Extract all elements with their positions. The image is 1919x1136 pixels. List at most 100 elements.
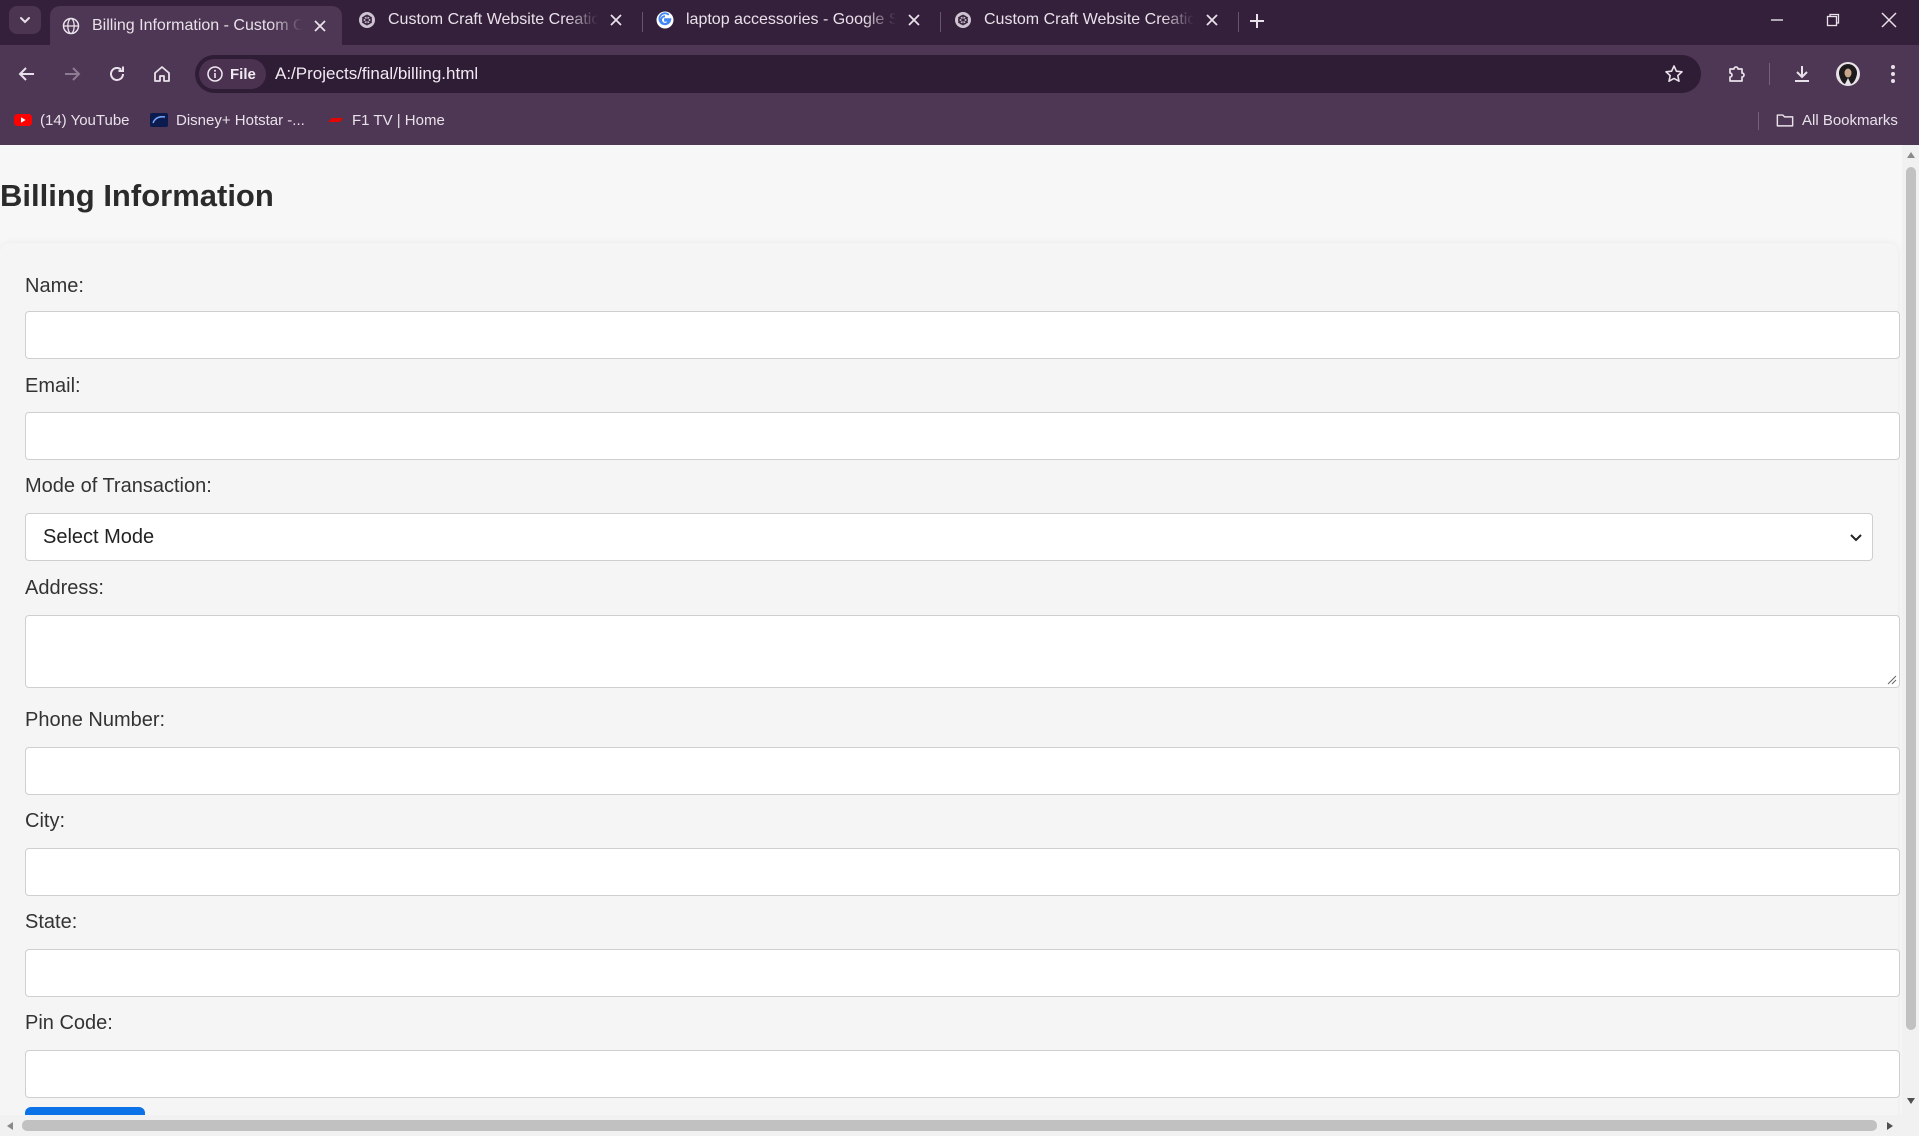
kebab-menu-icon: [1891, 65, 1895, 83]
folder-icon: [1776, 111, 1794, 129]
youtube-icon: [14, 111, 32, 129]
tab-title: laptop accessories - Google Search: [686, 11, 896, 28]
browser-toolbar: File A:/Projects/final/billing.html: [0, 45, 1919, 103]
close-icon[interactable]: [310, 16, 330, 36]
extensions-button[interactable]: [1721, 58, 1753, 90]
vertical-scroll-thumb[interactable]: [1906, 167, 1916, 1030]
mode-of-transaction-label: Mode of Transaction:: [25, 475, 212, 497]
reload-icon: [110, 66, 124, 81]
email-label: Email:: [25, 375, 81, 397]
submit-button[interactable]: [25, 1107, 145, 1115]
pin-code-label: Pin Code:: [25, 1012, 113, 1034]
scroll-right-icon[interactable]: [1886, 1121, 1894, 1131]
reload-button[interactable]: [101, 58, 133, 90]
bookmark-star-button[interactable]: [1661, 61, 1687, 87]
scrollbar-corner: [1902, 1115, 1919, 1136]
avatar: [1836, 62, 1860, 86]
city-input[interactable]: [25, 848, 1900, 896]
chevron-down-icon: [1850, 534, 1862, 542]
menu-button[interactable]: [1877, 58, 1909, 90]
tab-laptop-accessories[interactable]: laptop accessories - Google Search: [644, 0, 936, 40]
page-viewport: Billing Information Name: Email: Mode of…: [0, 145, 1902, 1115]
scroll-up-icon[interactable]: [1906, 151, 1916, 159]
globe-icon: [62, 17, 80, 35]
horizontal-scrollbar[interactable]: [0, 1115, 1902, 1136]
chatgpt-icon: [358, 11, 376, 29]
bookmark-hotstar[interactable]: Disney+ Hotstar -...: [150, 103, 305, 137]
close-icon[interactable]: [606, 10, 626, 30]
all-bookmarks-label: All Bookmarks: [1802, 111, 1898, 129]
star-icon: [1665, 65, 1683, 82]
address-textarea[interactable]: [25, 615, 1900, 688]
bookmark-label: F1 TV | Home: [352, 111, 445, 129]
billing-form: Name: Email: Mode of Transaction: Select…: [0, 243, 1900, 1115]
bookmarks-separator: [1758, 112, 1759, 130]
url-text[interactable]: A:/Projects/final/billing.html: [275, 55, 478, 93]
address-bar[interactable]: File A:/Projects/final/billing.html: [195, 55, 1701, 93]
minimize-button[interactable]: [1749, 0, 1805, 40]
email-input[interactable]: [25, 412, 1900, 460]
tab-billing-information[interactable]: Billing Information - Custom Craft Websi…: [50, 6, 342, 45]
horizontal-scroll-thumb[interactable]: [22, 1120, 1877, 1131]
window-close-button[interactable]: [1861, 0, 1917, 40]
close-icon[interactable]: [1202, 10, 1222, 30]
vertical-scrollbar[interactable]: [1902, 145, 1919, 1115]
scroll-down-icon[interactable]: [1906, 1097, 1916, 1105]
scroll-left-icon[interactable]: [6, 1121, 14, 1131]
toolbar-separator: [1769, 63, 1770, 85]
tab-custom-craft-2[interactable]: Custom Craft Website Creation: [942, 0, 1234, 40]
arrow-right-icon: [65, 67, 81, 81]
name-label: Name:: [25, 275, 84, 297]
minimize-icon: [1771, 19, 1783, 21]
restore-button[interactable]: [1805, 0, 1861, 40]
site-chip-label: File: [230, 65, 256, 83]
resize-handle-icon[interactable]: [1887, 675, 1897, 685]
profile-button[interactable]: [1832, 58, 1864, 90]
bookmark-label: Disney+ Hotstar -...: [176, 111, 305, 129]
tab-title: Custom Craft Website Creation: [388, 11, 598, 28]
tab-separator: [642, 12, 643, 32]
tab-separator: [1238, 12, 1239, 32]
tab-separator: [940, 12, 941, 32]
mode-of-transaction-select[interactable]: Select Mode: [25, 513, 1873, 561]
bookmark-label: (14) YouTube: [40, 111, 130, 129]
state-input[interactable]: [25, 949, 1900, 997]
info-icon: [207, 66, 223, 82]
tab-search-button[interactable]: [9, 6, 41, 34]
forward-button[interactable]: [56, 58, 88, 90]
hotstar-icon: [150, 111, 168, 129]
chevron-down-icon: [20, 17, 30, 24]
f1-icon: [326, 111, 344, 129]
state-label: State:: [25, 911, 78, 933]
close-icon: [1881, 12, 1897, 28]
arrow-left-icon: [18, 67, 34, 81]
phone-number-input[interactable]: [25, 747, 1900, 795]
home-icon: [154, 66, 170, 82]
download-icon: [1795, 66, 1809, 82]
tab-title: Billing Information - Custom Craft Websi…: [92, 16, 302, 34]
home-button[interactable]: [146, 58, 178, 90]
name-input[interactable]: [25, 311, 1900, 359]
city-label: City:: [25, 810, 65, 832]
plus-icon: [1250, 14, 1264, 28]
bookmark-youtube[interactable]: (14) YouTube: [14, 103, 130, 137]
tab-custom-craft-1[interactable]: Custom Craft Website Creation: [346, 0, 638, 40]
tab-title: Custom Craft Website Creation: [984, 11, 1194, 28]
new-tab-button[interactable]: [1244, 8, 1270, 34]
puzzle-icon: [1729, 66, 1745, 82]
select-value: Select Mode: [43, 525, 155, 548]
bookmarks-bar: (14) YouTube Disney+ Hotstar -... F1 TV …: [0, 103, 1919, 145]
address-label: Address:: [25, 577, 104, 599]
close-icon[interactable]: [904, 10, 924, 30]
downloads-button[interactable]: [1786, 58, 1818, 90]
google-icon: [656, 11, 674, 29]
back-button[interactable]: [11, 58, 43, 90]
tab-strip: Billing Information - Custom Craft Websi…: [0, 0, 1919, 45]
all-bookmarks-button[interactable]: All Bookmarks: [1776, 103, 1898, 137]
chatgpt-icon: [954, 11, 972, 29]
pin-code-input[interactable]: [25, 1050, 1900, 1098]
phone-number-label: Phone Number:: [25, 709, 166, 731]
bookmark-f1tv[interactable]: F1 TV | Home: [326, 103, 445, 137]
page-title: Billing Information: [0, 178, 274, 213]
site-info-chip[interactable]: File: [199, 59, 266, 89]
